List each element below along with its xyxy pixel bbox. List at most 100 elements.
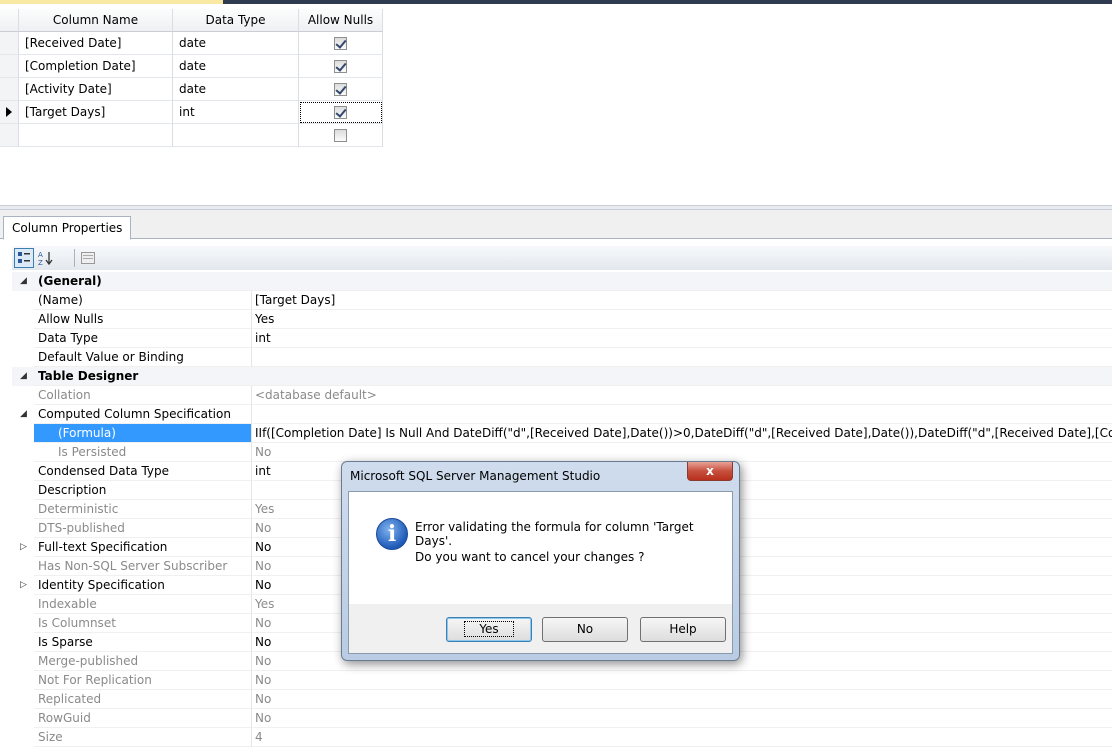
information-icon: i [376, 518, 408, 550]
property-row[interactable]: ◢ Computed Column Specification [12, 405, 1112, 424]
inactive-document-tab[interactable] [223, 0, 1112, 4]
property-row[interactable]: Is Persisted No [12, 443, 1112, 462]
table-row[interactable]: [Target Days] int [0, 101, 383, 124]
allow-nulls-checkbox[interactable] [334, 129, 347, 142]
table-row[interactable]: [Activity Date] date [0, 78, 383, 101]
property-value[interactable]: No [252, 690, 1112, 709]
property-value[interactable]: <database default> [252, 386, 1112, 405]
row-selector[interactable] [0, 78, 19, 101]
property-row[interactable]: RowGuid No [12, 709, 1112, 728]
row-gutter [12, 633, 34, 652]
property-value[interactable]: Yes [252, 310, 1112, 329]
property-value[interactable]: No [252, 671, 1112, 690]
categorized-icon[interactable] [14, 248, 34, 268]
property-value[interactable]: [Target Days] [252, 291, 1112, 310]
row-gutter [12, 614, 34, 633]
column-name-cell[interactable]: [Activity Date] [19, 78, 173, 101]
row-gutter [12, 386, 34, 405]
table-row[interactable]: [Received Date] date [0, 32, 383, 55]
allow-nulls-checkbox[interactable] [334, 60, 347, 73]
row-selector-header [0, 9, 19, 32]
property-value[interactable]: IIf([Completion Date] Is Null And DateDi… [252, 424, 1112, 443]
property-value[interactable]: No [252, 443, 1112, 462]
yes-button-label: Yes [464, 621, 514, 637]
property-row[interactable]: Allow Nulls Yes [12, 310, 1112, 329]
property-row[interactable]: Collation <database default> [12, 386, 1112, 405]
close-icon[interactable]: x [687, 462, 733, 481]
no-button[interactable]: No [542, 617, 628, 642]
property-value[interactable] [252, 405, 1112, 424]
property-row[interactable]: (Name) [Target Days] [12, 291, 1112, 310]
help-button[interactable]: Help [640, 617, 726, 642]
property-name: Merge-published [34, 652, 252, 671]
row-gutter [12, 291, 34, 310]
allow-nulls-header: Allow Nulls [299, 9, 383, 32]
collapse-icon[interactable]: ◢ [12, 367, 34, 386]
property-value[interactable] [252, 272, 1112, 291]
row-gutter [12, 443, 34, 462]
tab-column-properties[interactable]: Column Properties [3, 216, 132, 240]
property-value[interactable]: int [252, 329, 1112, 348]
allow-nulls-checkbox[interactable] [334, 83, 347, 96]
data-type-cell[interactable]: date [173, 32, 299, 55]
data-type-cell[interactable]: int [173, 101, 299, 124]
active-document-tab[interactable] [0, 0, 223, 4]
property-row[interactable]: Size 4 [12, 728, 1112, 747]
table-row[interactable] [0, 124, 383, 147]
collapse-icon[interactable]: ◢ [12, 405, 34, 424]
column-name-cell[interactable]: [Received Date] [19, 32, 173, 55]
row-gutter [12, 671, 34, 690]
property-row[interactable]: Not For Replication No [12, 671, 1112, 690]
property-value[interactable]: No [252, 709, 1112, 728]
dialog-body: i Error validating the formula for colum… [348, 491, 733, 654]
table-row[interactable]: [Completion Date] date [0, 55, 383, 78]
column-name-header: Column Name [19, 9, 173, 32]
property-name: Replicated [34, 690, 252, 709]
property-value[interactable]: 4 [252, 728, 1112, 747]
property-row[interactable]: ◢ (General) [12, 272, 1112, 291]
property-pages-icon[interactable] [78, 248, 98, 268]
property-name: Indexable [34, 595, 252, 614]
data-type-header: Data Type [173, 9, 299, 32]
property-name: Computed Column Specification [34, 405, 252, 424]
row-selector[interactable] [0, 32, 19, 55]
dialog-message-line1: Error validating the formula for column … [415, 520, 694, 548]
property-row[interactable]: Default Value or Binding [12, 348, 1112, 367]
property-row[interactable]: Replicated No [12, 690, 1112, 709]
property-row[interactable]: ◢ Table Designer [12, 367, 1112, 386]
property-row[interactable]: (Formula) IIf([Completion Date] Is Null A… [12, 424, 1112, 443]
data-type-cell[interactable]: date [173, 78, 299, 101]
row-gutter [12, 462, 34, 481]
allow-nulls-checkbox[interactable] [334, 106, 347, 119]
property-name: (Formula) [34, 424, 252, 443]
property-name: Is Persisted [34, 443, 252, 462]
property-value[interactable] [252, 367, 1112, 386]
collapse-icon[interactable]: ◢ [12, 272, 34, 291]
row-gutter [12, 557, 34, 576]
property-name: Deterministic [34, 500, 252, 519]
row-selector[interactable] [0, 55, 19, 78]
row-selector[interactable] [0, 124, 19, 147]
allow-nulls-checkbox[interactable] [334, 37, 347, 50]
expand-icon[interactable]: ▷ [12, 538, 34, 557]
property-name: Size [34, 728, 252, 747]
column-name-cell[interactable]: [Completion Date] [19, 55, 173, 78]
allow-nulls-cell [299, 124, 383, 147]
alphabetical-sort-icon[interactable]: AZ [36, 248, 56, 268]
property-name: Has Non-SQL Server Subscriber [34, 557, 252, 576]
row-gutter [12, 519, 34, 538]
property-row[interactable]: Data Type int [12, 329, 1112, 348]
yes-button[interactable]: Yes [446, 617, 532, 642]
data-type-cell[interactable]: date [173, 55, 299, 78]
data-type-cell[interactable] [173, 124, 299, 147]
dialog-message-area: i Error validating the formula for colum… [349, 492, 732, 604]
column-name-cell[interactable]: [Target Days] [19, 101, 173, 124]
document-tab-strip [0, 0, 1112, 8]
svg-text:Z: Z [38, 259, 43, 266]
row-gutter [12, 424, 34, 443]
property-value[interactable] [252, 348, 1112, 367]
row-selector[interactable] [0, 101, 19, 124]
column-name-cell[interactable] [19, 124, 173, 147]
expand-icon[interactable]: ▷ [12, 576, 34, 595]
property-name: (Name) [34, 291, 252, 310]
